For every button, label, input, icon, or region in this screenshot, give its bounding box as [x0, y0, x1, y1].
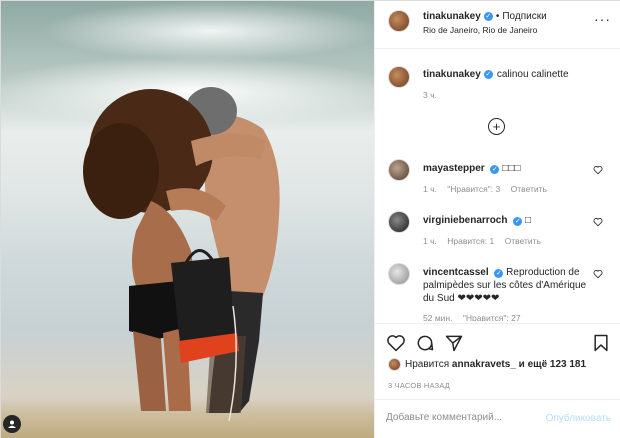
- comment-item: vincentcassel ✓ Reproduction de palmipèd…: [375, 263, 620, 321]
- comment-likes-count[interactable]: Нравится: 1: [447, 236, 494, 246]
- comment-time[interactable]: 1 ч.: [423, 184, 437, 194]
- comment-icon[interactable]: [415, 333, 435, 353]
- commenter-avatar[interactable]: [388, 159, 410, 181]
- likes-count-link[interactable]: и ещё 123 181: [519, 359, 586, 370]
- comment-username[interactable]: vincentcassel: [423, 267, 489, 278]
- likes-summary: Нравится annakravets_ и ещё 123 181: [388, 358, 586, 371]
- heart-icon[interactable]: [593, 165, 603, 175]
- more-horizontal-icon[interactable]: ···: [594, 11, 611, 27]
- comment-emoji-icons: □: [525, 215, 532, 226]
- couple-embracing-image: [83, 87, 280, 422]
- caption-line: tinakunakey ✓ calinou calinette: [423, 69, 569, 80]
- comment-input[interactable]: [386, 412, 536, 423]
- verified-badge-icon: ✓: [483, 12, 493, 21]
- verified-badge-icon: ✓: [494, 269, 504, 278]
- comment-likes-count[interactable]: "Нравится": 27: [463, 313, 521, 321]
- comment-time[interactable]: 1 ч.: [423, 236, 437, 246]
- post-side-panel: tinakunakey ✓ • Подписки Rio de Janeiro,…: [374, 1, 620, 438]
- post-time-ago[interactable]: 3 ЧАСОВ НАЗАД: [388, 381, 450, 390]
- comment-emoji-icons: □□□: [502, 163, 521, 174]
- bookmark-icon[interactable]: [591, 333, 611, 353]
- verified-badge-icon: ✓: [513, 217, 523, 226]
- author-avatar[interactable]: [388, 66, 410, 88]
- liker-username[interactable]: annakravets_: [452, 359, 516, 370]
- liker-avatar[interactable]: [388, 358, 401, 371]
- author-line: tinakunakey ✓ • Подписки: [423, 11, 547, 22]
- post-header: tinakunakey ✓ • Подписки Rio de Janeiro,…: [375, 1, 620, 49]
- comment-text-line: mayastepper ✓ □□□: [423, 162, 588, 175]
- comment-meta: 1 ч. Нравится: 1 Ответить: [423, 236, 549, 246]
- verified-badge-icon: ✓: [483, 70, 493, 79]
- caption-text: calinou calinette: [496, 69, 569, 80]
- verified-badge-icon: ✓: [490, 165, 500, 174]
- heart-icon[interactable]: [593, 217, 603, 227]
- add-comment-bar: Опубликовать: [375, 399, 620, 438]
- comment-text-line: vincentcassel ✓ Reproduction de palmipèd…: [423, 266, 588, 305]
- follow-status-button[interactable]: Подписки: [502, 11, 546, 22]
- share-icon[interactable]: [444, 333, 464, 353]
- publish-button[interactable]: Опубликовать: [546, 413, 611, 424]
- likes-prefix: Нравится: [405, 359, 450, 370]
- comment-meta: 52 мин. "Нравится": 27: [423, 313, 529, 321]
- author-avatar[interactable]: [388, 10, 410, 32]
- comment-meta: 1 ч. "Нравится": 3 Ответить: [423, 184, 555, 194]
- commenter-avatar[interactable]: [388, 211, 410, 233]
- caption-time: 3 ч.: [423, 90, 437, 100]
- reply-button[interactable]: Ответить: [511, 184, 547, 194]
- commenter-avatar[interactable]: [388, 263, 410, 285]
- comment-likes-count[interactable]: "Нравится": 3: [447, 184, 500, 194]
- comment-text-line: virginiebenarroch ✓ □: [423, 214, 588, 227]
- separator-dot: •: [495, 11, 500, 22]
- comment-username[interactable]: mayastepper: [423, 163, 485, 174]
- heart-icon[interactable]: [593, 269, 603, 279]
- post-photo[interactable]: [1, 1, 374, 438]
- author-username[interactable]: tinakunakey: [423, 11, 481, 22]
- post-location[interactable]: Rio de Janeiro, Rio de Janeiro: [423, 25, 537, 35]
- reply-button[interactable]: Ответить: [505, 236, 541, 246]
- heart-icon[interactable]: [386, 333, 406, 353]
- tagged-users-icon[interactable]: [3, 415, 21, 433]
- plus-circle-icon[interactable]: +: [488, 118, 505, 135]
- instagram-post-window: tinakunakey ✓ • Подписки Rio de Janeiro,…: [0, 0, 620, 438]
- comment-time[interactable]: 52 мин.: [423, 313, 452, 321]
- caption-username[interactable]: tinakunakey: [423, 69, 481, 80]
- comment-username[interactable]: virginiebenarroch: [423, 215, 507, 226]
- post-actions-bar: [375, 323, 620, 363]
